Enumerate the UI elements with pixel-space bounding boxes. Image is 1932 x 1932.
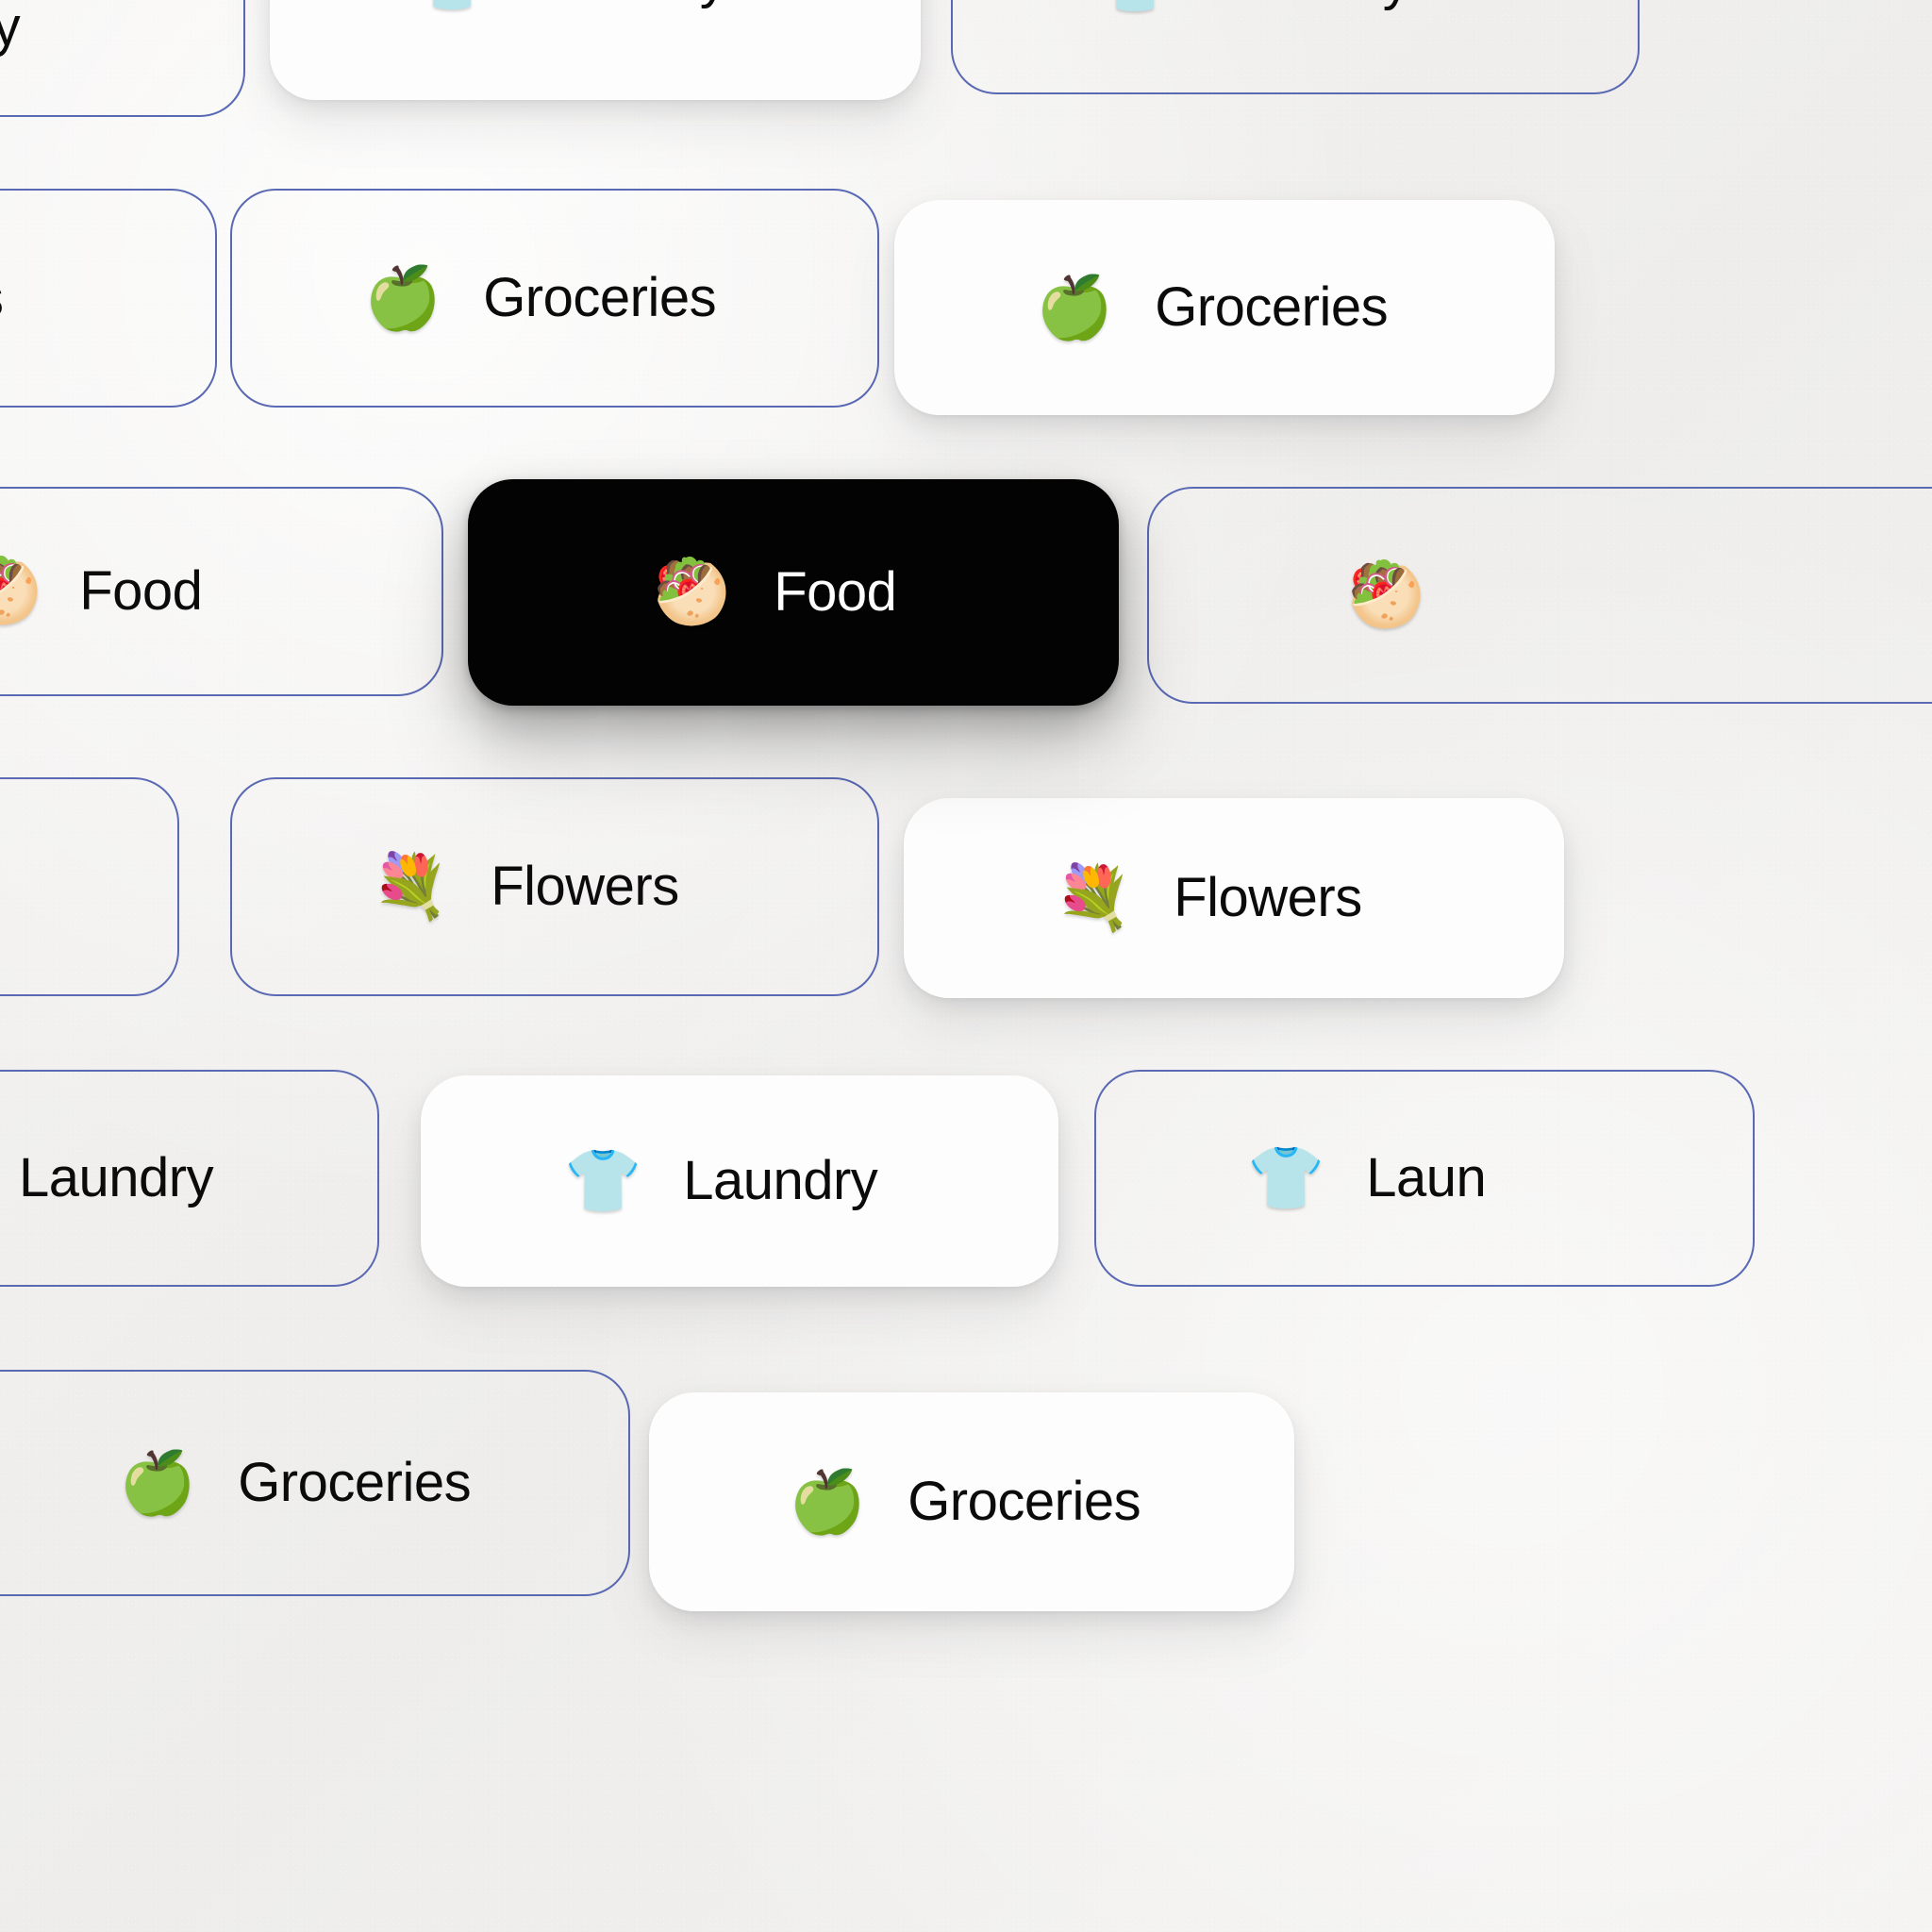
chip-label: Groceries xyxy=(238,1452,472,1513)
chip-label: Food xyxy=(774,561,897,623)
tshirt-emoji: 👕 xyxy=(1247,1141,1325,1214)
category-chip-laundry[interactable]: 👕 Laundry xyxy=(951,0,1640,94)
chip-grid-canvas: dry 👕 Laundry 👕 Laundry ries 🍏 Groceries 🍏 Grocer… xyxy=(0,0,1932,1932)
chip-label: Groceries xyxy=(1155,276,1389,338)
green-apple-emoji: 🍏 xyxy=(119,1446,197,1519)
category-chip-groceries[interactable]: 🍏 Groceries xyxy=(230,189,879,408)
bouquet-emoji: 💐 xyxy=(372,850,450,923)
category-chip-food[interactable]: 🥙 Food xyxy=(468,479,1119,706)
green-apple-emoji: 🍏 xyxy=(364,261,442,334)
chip-label: Flowers xyxy=(491,856,679,917)
green-apple-emoji: 🍏 xyxy=(1036,271,1114,343)
tshirt-emoji: 👕 xyxy=(413,0,491,10)
chip-label: Laundry xyxy=(19,1147,214,1208)
chip-label: Laun xyxy=(1366,1147,1487,1208)
category-chip-groceries[interactable]: ries xyxy=(0,189,217,408)
chip-label: Laundry xyxy=(532,0,727,7)
category-chip-groceries[interactable]: 🍏 Groceries xyxy=(0,1370,630,1596)
tshirt-emoji: 👕 xyxy=(1096,0,1174,12)
chip-label: Laundry xyxy=(1215,0,1410,8)
category-chip-food[interactable]: 🥙 Food xyxy=(0,487,443,696)
chip-label: Flowers xyxy=(1174,867,1362,928)
tshirt-emoji: 👕 xyxy=(564,1144,642,1217)
chip-label: dry xyxy=(0,0,21,58)
category-chip-laundry[interactable]: 👕 Laundry xyxy=(421,1075,1058,1287)
stuffed-flatbread-emoji: 🥙 xyxy=(1347,558,1425,631)
chip-label: ries xyxy=(0,271,4,325)
category-chip-groceries[interactable]: 🍏 Groceries xyxy=(894,200,1555,415)
green-apple-emoji: 🍏 xyxy=(789,1465,867,1538)
chip-label: Food xyxy=(79,560,203,622)
chip-label: Groceries xyxy=(908,1471,1141,1532)
stuffed-flatbread-emoji: 🥙 xyxy=(653,556,731,628)
category-chip-food[interactable]: 🥙 xyxy=(1147,487,1932,704)
category-chip-flowers[interactable]: 💐 Flowers xyxy=(230,777,879,996)
category-chip-flowers[interactable]: 💐 Flowers xyxy=(904,798,1564,998)
category-chip-laundry[interactable]: 👕 Laundry xyxy=(270,0,921,100)
category-chip-groceries[interactable]: 🍏 Groceries xyxy=(649,1392,1294,1611)
bouquet-emoji: 💐 xyxy=(1055,861,1133,934)
category-chip-laundry[interactable]: dry xyxy=(0,0,245,117)
chip-label: Groceries xyxy=(483,267,717,328)
category-chip-flowers[interactable]: rs xyxy=(0,777,179,996)
category-chip-laundry[interactable]: Laundry xyxy=(0,1070,379,1287)
stuffed-flatbread-emoji: 🥙 xyxy=(0,555,42,627)
chip-label: Laundry xyxy=(683,1150,878,1211)
category-chip-laundry[interactable]: 👕 Laun xyxy=(1094,1070,1755,1287)
